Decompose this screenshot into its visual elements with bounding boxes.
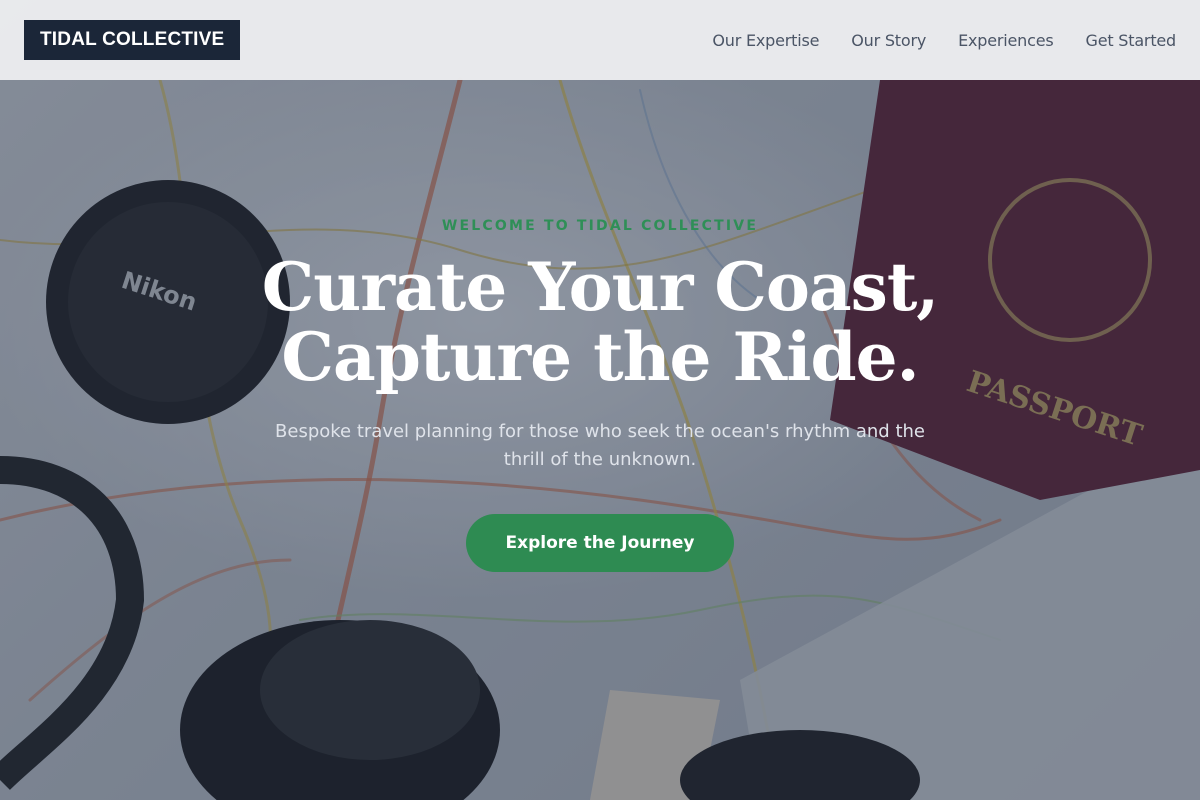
site-header: TIDAL COLLECTIVE Our Expertise Our Story… xyxy=(0,0,1200,80)
hero-subtitle: Bespoke travel planning for those who se… xyxy=(275,421,925,470)
hero-section: WELCOME TO TIDAL COLLECTIVE Curate Your … xyxy=(0,218,1200,572)
nav-link-our-expertise[interactable]: Our Expertise xyxy=(712,31,819,50)
nav-link-get-started[interactable]: Get Started xyxy=(1086,31,1177,50)
nav-link-experiences[interactable]: Experiences xyxy=(958,31,1054,50)
hero-headline: Curate Your Coast, Capture the Ride. xyxy=(0,252,1200,392)
headline-line-2: Capture the Ride. xyxy=(281,318,919,396)
explore-journey-button[interactable]: Explore the Journey xyxy=(465,514,735,572)
hero-eyebrow: WELCOME TO TIDAL COLLECTIVE xyxy=(441,218,759,234)
nav-link-our-story[interactable]: Our Story xyxy=(851,31,926,50)
headline-line-1: Curate Your Coast, xyxy=(261,248,940,326)
main-nav: Our Expertise Our Story Experiences Get … xyxy=(712,31,1176,50)
logo[interactable]: TIDAL COLLECTIVE xyxy=(24,20,241,60)
